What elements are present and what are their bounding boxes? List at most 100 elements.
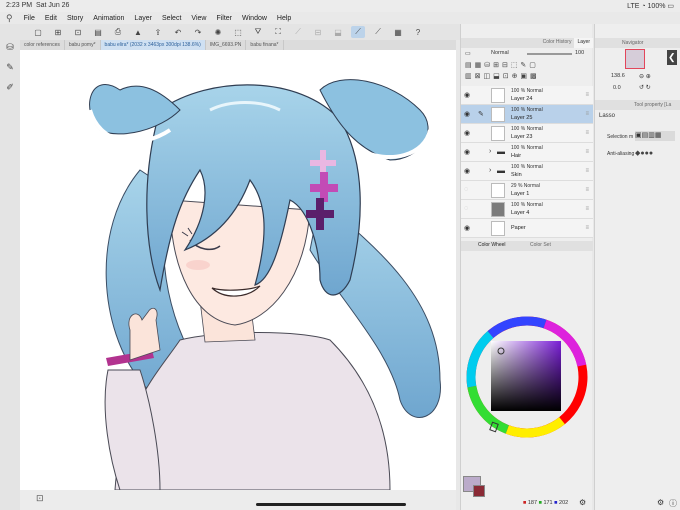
settings-icon[interactable]: ✺ <box>211 26 225 38</box>
drag-handle-icon[interactable]: ≡ <box>585 225 589 231</box>
menu-window[interactable]: Window <box>237 15 272 22</box>
layer-item-1[interactable]: ◌ 29 % Normal Layer 1 ≡ <box>461 181 593 200</box>
hidden-visibility-icon[interactable]: ◌ <box>464 186 468 193</box>
tab-layer[interactable]: Layer <box>574 38 593 48</box>
save-icon[interactable]: ⊡ <box>71 26 85 38</box>
angle-value[interactable]: 0.0 <box>613 85 621 91</box>
zoom-value[interactable]: 138.6 <box>611 73 625 79</box>
ruler-icon[interactable]: ⟋ <box>291 26 305 38</box>
snap-special-icon[interactable]: ⟋ <box>371 26 385 38</box>
open-icon[interactable]: ⊞ <box>51 26 65 38</box>
sub-tool-icon[interactable]: ⛁ <box>3 40 17 54</box>
layer-paper[interactable]: ◉ Paper ≡ <box>461 219 593 238</box>
export-icon[interactable]: ⇪ <box>151 26 165 38</box>
crop-icon[interactable]: ⬓ <box>331 26 345 38</box>
layer-item-25[interactable]: ◉ ✎ 100 % Normal Layer 25 ≡ <box>461 105 593 124</box>
tab-babu-elira[interactable]: babu elira* (2032 x 3463px 300dpi 138.6%… <box>100 40 206 50</box>
expand-chevron-icon[interactable]: › <box>489 148 491 155</box>
menu-edit[interactable]: Edit <box>40 15 62 22</box>
pen-icon[interactable]: ✐ <box>3 80 17 94</box>
status-bar: 2:23 PM Sat Jun 26 LTE ◔ 100% ▭ <box>0 0 680 12</box>
selection-mode-buttons[interactable]: ▣▤▥▦ <box>635 131 675 141</box>
pen-edit-icon: ✎ <box>478 111 484 118</box>
layer-panel-tabs: Color History Layer <box>461 38 593 48</box>
drag-handle-icon[interactable]: ≡ <box>585 168 589 174</box>
tab-babu-finana[interactable]: babu finana* <box>246 40 284 50</box>
drag-handle-icon[interactable]: ≡ <box>585 206 589 212</box>
menu-story[interactable]: Story <box>62 15 88 22</box>
undo-icon[interactable]: ↶ <box>171 26 185 38</box>
layer-tool-icons[interactable]: ▤▦⛁⊞⊟⬚✎▢ ▥⊠◫⬓⊡⊕▣▩ <box>465 60 589 84</box>
menu-layer[interactable]: Layer <box>129 15 157 22</box>
drag-handle-icon[interactable]: ≡ <box>585 149 589 155</box>
layer-folder-hair[interactable]: ◉ › ▬ 100 % Normal Hair ≡ <box>461 143 593 162</box>
flatten-icon[interactable]: ⛶ <box>271 26 285 38</box>
tab-color-references[interactable]: color references <box>20 40 65 50</box>
snap-ruler-icon[interactable]: ⟋ <box>351 26 365 38</box>
menu-animation[interactable]: Animation <box>88 15 129 22</box>
drag-handle-icon[interactable]: ≡ <box>585 111 589 117</box>
tab-color-wheel[interactable]: Color Wheel <box>475 241 509 249</box>
drawing-canvas[interactable] <box>20 50 456 490</box>
tab-color-history[interactable]: Color History <box>540 38 575 48</box>
fill-icon[interactable]: ▲ <box>131 26 145 38</box>
rotate-buttons[interactable]: ↺ ↻ <box>639 84 651 91</box>
layer-item-4[interactable]: ◌ 100 % Normal Layer 4 ≡ <box>461 200 593 219</box>
layers-icon[interactable]: ▤ <box>91 26 105 38</box>
tab-color-set[interactable]: Color Set <box>527 241 554 249</box>
opacity-value[interactable]: 100 <box>575 50 584 56</box>
visibility-icon[interactable]: ◉ <box>464 167 470 175</box>
hidden-visibility-icon[interactable]: ◌ <box>464 205 468 212</box>
new-file-icon[interactable]: ▢ <box>31 26 45 38</box>
brush-icon[interactable]: ✎ <box>3 60 17 74</box>
color-wheel[interactable] <box>461 309 593 439</box>
transform-icon[interactable]: ⬚ <box>231 26 245 38</box>
tab-babu-pomy[interactable]: babu pomy* <box>65 40 101 50</box>
sub-color-swatch[interactable] <box>473 485 485 497</box>
left-tool-strip: ⛁ ✎ ✐ <box>0 24 20 510</box>
side-collapse-icon[interactable]: ❮ <box>667 50 677 65</box>
home-indicator <box>256 503 406 506</box>
drag-handle-icon[interactable]: ≡ <box>585 187 589 193</box>
snap-icon[interactable]: ⊟ <box>311 26 325 38</box>
drag-handle-icon[interactable]: ≡ <box>585 92 589 98</box>
color-settings-icon[interactable]: ⚙ <box>579 498 586 507</box>
layer-color-panel: Color History Layer ▭ Normal 100 ▤▦⛁⊞⊟⬚✎… <box>460 24 593 510</box>
snap-grid-icon[interactable]: ▦ <box>391 26 405 38</box>
help-icon[interactable]: ? <box>411 26 425 38</box>
visibility-icon[interactable]: ◉ <box>464 148 470 156</box>
app-logo-icon[interactable]: ⚲ <box>0 13 19 24</box>
menu-select[interactable]: Select <box>157 15 186 22</box>
visibility-icon[interactable]: ◉ <box>464 129 470 137</box>
layer-name: Skin <box>511 172 522 178</box>
navigator-title[interactable]: Navigator <box>619 39 646 47</box>
tool-info-icon[interactable]: ⓘ <box>669 498 677 509</box>
antialias-buttons[interactable]: ◆●●● <box>635 149 675 159</box>
navigator-preview[interactable] <box>625 49 645 69</box>
layer-folder-skin[interactable]: ◉ › ▬ 100 % Normal Skin ≡ <box>461 162 593 181</box>
menu-bar: ⚲ File Edit Story Animation Layer Select… <box>0 12 680 24</box>
menu-file[interactable]: File <box>19 15 40 22</box>
menu-help[interactable]: Help <box>272 15 296 22</box>
print-icon[interactable]: ⎙ <box>111 26 125 38</box>
menu-filter[interactable]: Filter <box>211 15 237 22</box>
layer-item-24[interactable]: ◉ 100 % Normal Layer 24 ≡ <box>461 86 593 105</box>
visibility-icon[interactable]: ◉ <box>464 224 470 232</box>
layer-name: Layer 24 <box>511 96 533 102</box>
bucket-icon[interactable]: ⛛ <box>251 26 265 38</box>
tool-property-title[interactable]: Tool property [La <box>631 101 674 109</box>
opacity-slider[interactable] <box>527 53 572 55</box>
tab-img-6693[interactable]: IMG_6693.PN <box>206 40 247 50</box>
visibility-icon[interactable]: ◉ <box>464 91 470 99</box>
expand-chevron-icon[interactable]: › <box>489 167 491 174</box>
page-manager-icon[interactable]: ⊡ <box>36 493 44 504</box>
tool-settings-icon[interactable]: ⚙ <box>657 498 664 507</box>
redo-icon[interactable]: ↷ <box>191 26 205 38</box>
visibility-icon[interactable]: ◉ <box>464 110 470 118</box>
menu-view[interactable]: View <box>186 15 211 22</box>
clip-icon[interactable]: ▭ <box>465 50 471 57</box>
drag-handle-icon[interactable]: ≡ <box>585 130 589 136</box>
layer-item-23[interactable]: ◉ 100 % Normal Layer 23 ≡ <box>461 124 593 143</box>
zoom-buttons[interactable]: ⊖ ⊕ <box>639 73 651 80</box>
blend-mode-select[interactable]: Normal <box>491 50 509 56</box>
